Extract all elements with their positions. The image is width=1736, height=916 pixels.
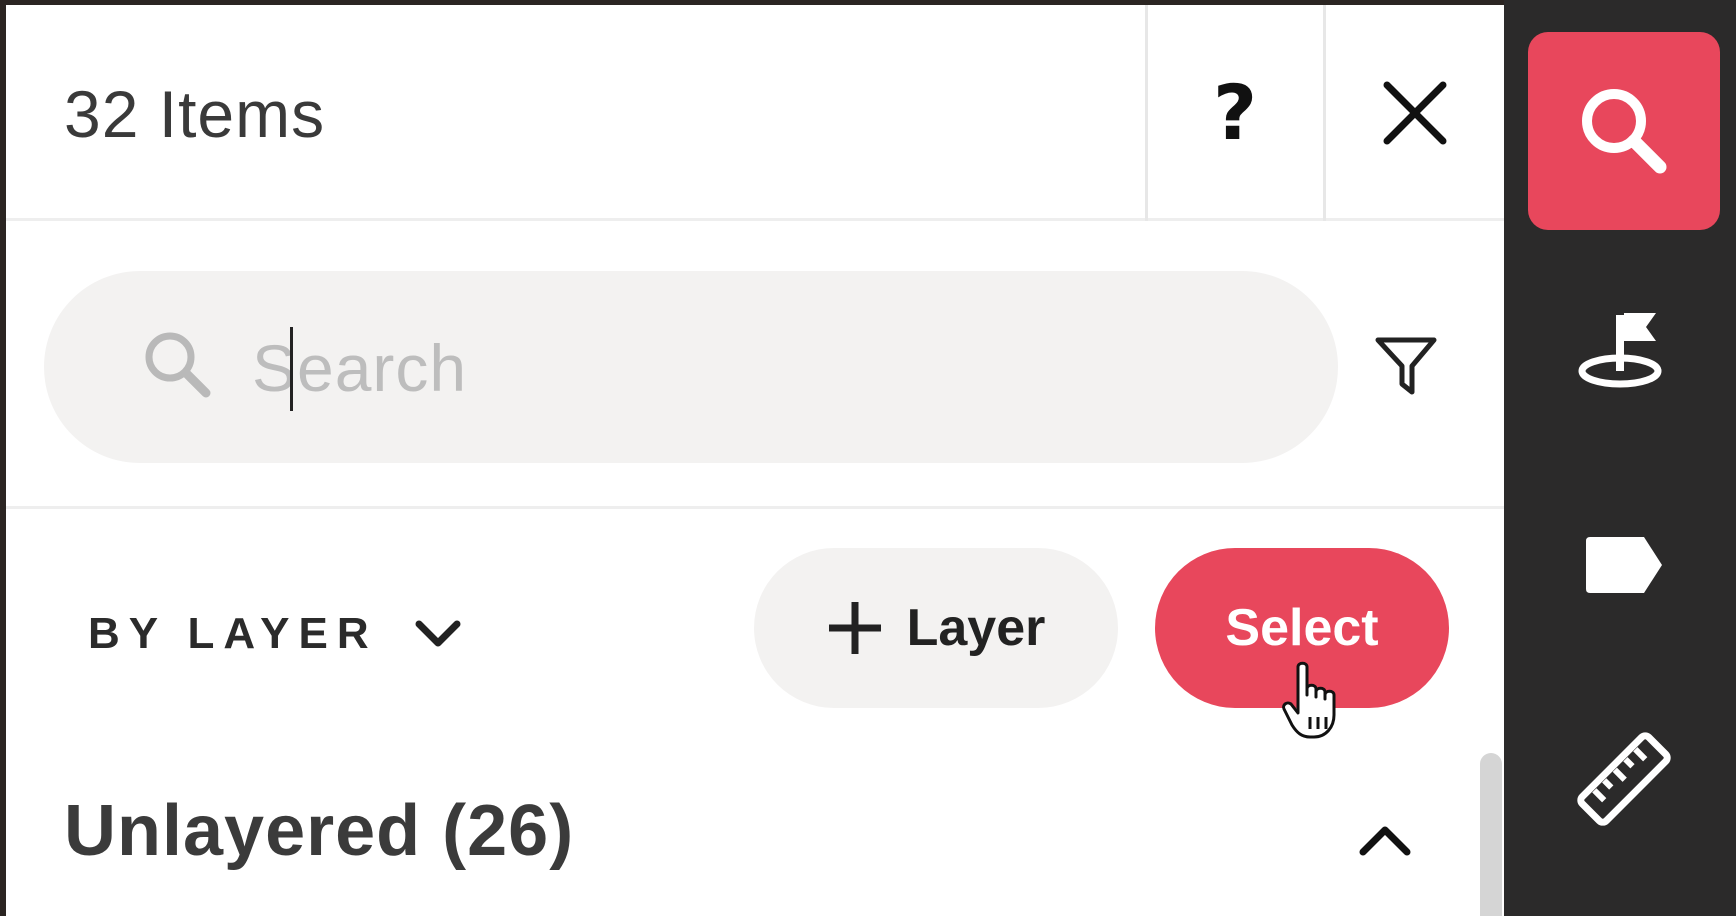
close-button[interactable] xyxy=(1326,5,1504,221)
search-box[interactable] xyxy=(44,271,1338,463)
add-layer-button[interactable]: Layer xyxy=(754,548,1118,708)
group-by-dropdown[interactable]: BY LAYER xyxy=(88,609,462,659)
search-input[interactable] xyxy=(250,315,1294,421)
search-icon xyxy=(1582,89,1667,174)
panel-header: 32 Items ? xyxy=(6,5,1504,221)
search-icon xyxy=(145,332,211,398)
rail-search-button[interactable] xyxy=(1528,32,1720,230)
select-button[interactable]: Select xyxy=(1155,548,1449,708)
rail-tag-button[interactable] xyxy=(1528,466,1720,664)
rail-location-button[interactable] xyxy=(1528,252,1720,450)
group-by-label: BY LAYER xyxy=(88,609,378,658)
chevron-up-icon xyxy=(1359,826,1411,856)
app-frame: 32 Items ? Search BY LAYER Layer Select … xyxy=(0,0,1736,916)
rail-measure-button[interactable] xyxy=(1528,680,1720,878)
filter-button[interactable] xyxy=(1366,325,1446,405)
filter-icon xyxy=(1375,337,1437,395)
select-label: Select xyxy=(1225,599,1379,657)
help-icon: ? xyxy=(1212,68,1258,157)
collapse-group-button[interactable] xyxy=(1340,805,1430,875)
tool-rail xyxy=(1504,0,1736,916)
search-row xyxy=(6,221,1504,509)
items-panel: 32 Items ? Search BY LAYER Layer Select … xyxy=(6,5,1504,916)
help-button[interactable]: ? xyxy=(1147,5,1323,221)
scrollbar-thumb[interactable] xyxy=(1480,753,1502,916)
close-icon xyxy=(1383,81,1447,145)
add-layer-label: Layer xyxy=(906,599,1046,657)
group-title: Unlayered (26) xyxy=(64,791,575,871)
location-flag-icon xyxy=(1578,313,1662,388)
tag-icon xyxy=(1586,537,1662,593)
chevron-down-icon xyxy=(415,620,461,647)
items-count-title: 32 Items xyxy=(64,77,326,151)
ruler-icon xyxy=(1577,732,1671,826)
plus-icon xyxy=(828,602,881,654)
text-caret xyxy=(290,327,293,411)
